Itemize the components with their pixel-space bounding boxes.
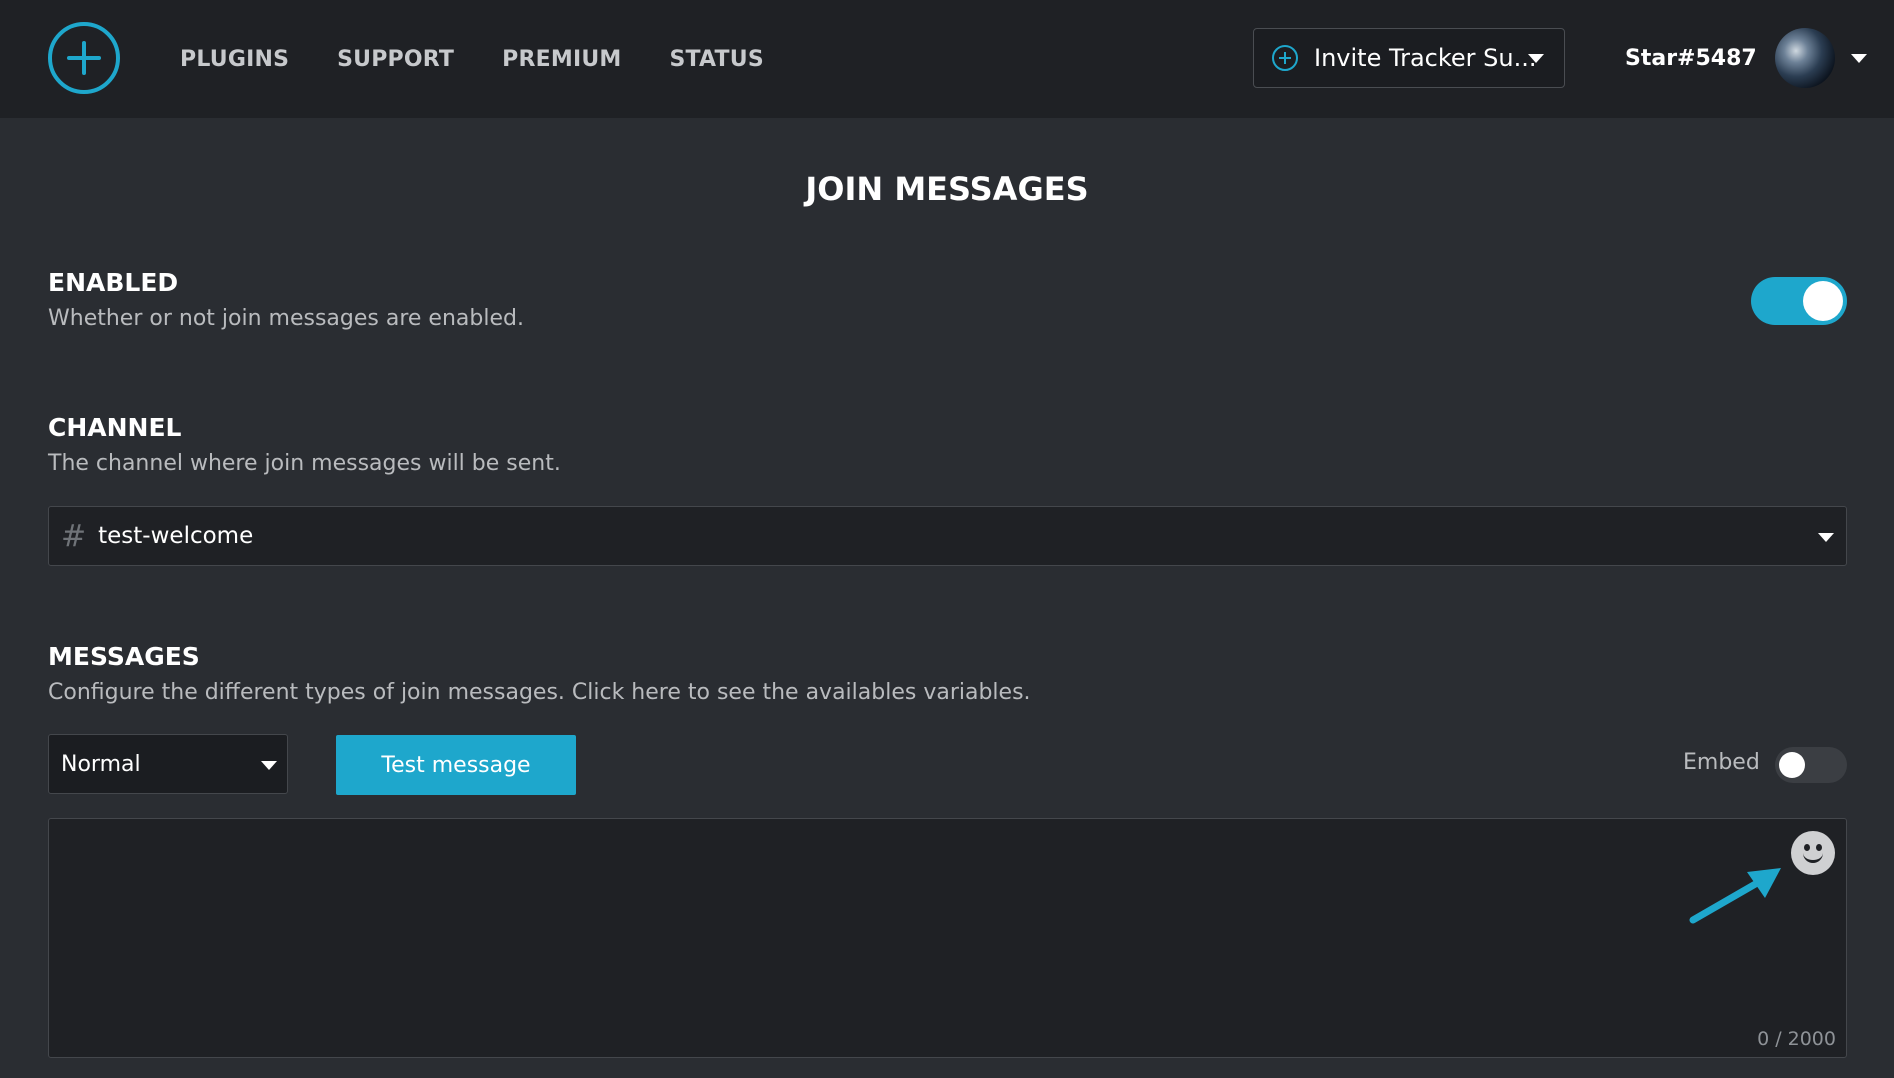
nav-status-link[interactable]: STATUS [669,47,763,72]
arrow-annotation-icon [1689,868,1781,924]
hash-icon: # [61,518,87,554]
toggle-knob [1779,752,1805,778]
message-type-select[interactable]: Normal [48,734,288,794]
nav-premium-link[interactable]: PREMIUM [502,47,621,72]
username: Star#5487 [1625,45,1757,71]
emoji-picker-icon[interactable] [1791,831,1835,875]
nav-plugins-link[interactable]: PLUGINS [180,47,289,72]
logo-plus-icon[interactable] [48,22,120,94]
toggle-knob [1803,281,1843,321]
channel-title: CHANNEL [48,413,182,442]
page-title: JOIN MESSAGES [805,170,1089,208]
channel-description: The channel where join messages will be … [48,451,561,476]
test-message-button[interactable]: Test message [336,735,576,795]
top-navbar: PLUGINS SUPPORT PREMIUM STATUS Invite Tr… [0,0,1894,118]
main-nav: PLUGINS SUPPORT PREMIUM STATUS [180,0,812,118]
messages-description[interactable]: Configure the different types of join me… [48,680,1031,705]
channel-select[interactable]: # test-welcome [48,506,1847,566]
avatar[interactable] [1774,28,1835,88]
chevron-down-icon[interactable] [1850,53,1867,63]
chevron-down-icon [1818,533,1834,542]
chevron-down-icon [1528,54,1544,63]
enabled-toggle[interactable] [1751,277,1847,325]
message-type-value: Normal [61,751,141,777]
messages-title: MESSAGES [48,642,200,671]
nav-support-link[interactable]: SUPPORT [337,47,454,72]
embed-toggle[interactable] [1775,747,1847,783]
enabled-title: ENABLED [48,268,179,297]
embed-label: Embed [1683,750,1760,775]
channel-name: test-welcome [98,523,254,549]
message-editor[interactable] [48,818,1847,1058]
enabled-description: Whether or not join messages are enabled… [48,306,524,331]
server-name: Invite Tracker Su... [1314,44,1537,72]
character-counter: 0 / 2000 [1757,1028,1836,1050]
plus-circle-icon [1272,45,1298,71]
chevron-down-icon [261,761,277,770]
user-menu[interactable]: Star#5487 [1625,26,1867,90]
server-selector[interactable]: Invite Tracker Su... [1253,28,1565,88]
